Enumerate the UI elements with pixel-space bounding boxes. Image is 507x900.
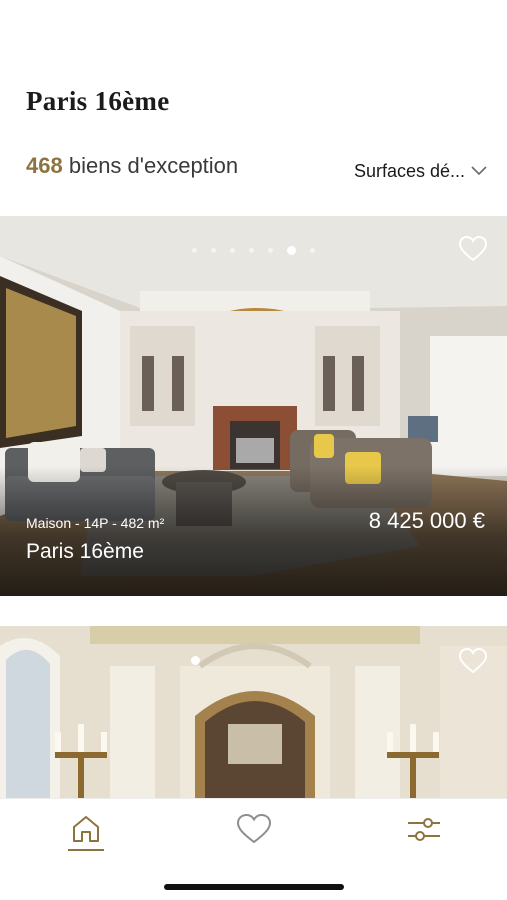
pagination-dot: [230, 248, 235, 253]
home-indicator: [164, 884, 344, 890]
tab-favorites[interactable]: [234, 809, 274, 849]
pagination-dot: [249, 248, 254, 253]
photo-pagination: [0, 656, 507, 665]
results-label: biens d'exception: [62, 153, 239, 178]
pagination-dot: [191, 656, 200, 665]
tab-filters[interactable]: [404, 809, 444, 849]
chevron-down-icon: [471, 166, 487, 176]
photo-pagination: [0, 246, 507, 255]
heart-icon: [236, 813, 272, 844]
listing-price: 8 425 000 €: [368, 508, 485, 533]
pagination-dot: [192, 248, 197, 253]
tab-home[interactable]: [66, 809, 106, 849]
tab-home-underline: [68, 849, 104, 851]
listing-photo: [0, 626, 507, 798]
results-summary: 468 biens d'exception: [26, 153, 238, 179]
filters-icon: [408, 818, 440, 841]
listing-city: Paris 16ème: [26, 540, 144, 563]
listing-meta: Maison - 14P - 482 m²: [26, 515, 165, 531]
results-count: 468: [26, 153, 63, 178]
listing-card[interactable]: Maison - 14P - 482 m² 8 425 000 € Paris …: [0, 216, 507, 596]
pagination-dot: [268, 248, 273, 253]
sort-dropdown[interactable]: Surfaces dé...: [354, 158, 487, 184]
listing-card[interactable]: [0, 626, 507, 798]
pagination-dot: [310, 248, 315, 253]
heart-icon[interactable]: [459, 236, 487, 262]
pagination-dot: [211, 248, 216, 253]
page-title: Paris 16ème: [26, 86, 170, 116]
sort-label: Surfaces dé...: [353, 160, 465, 181]
heart-icon[interactable]: [459, 648, 487, 674]
pagination-dot: [287, 246, 296, 255]
home-icon: [73, 816, 99, 842]
